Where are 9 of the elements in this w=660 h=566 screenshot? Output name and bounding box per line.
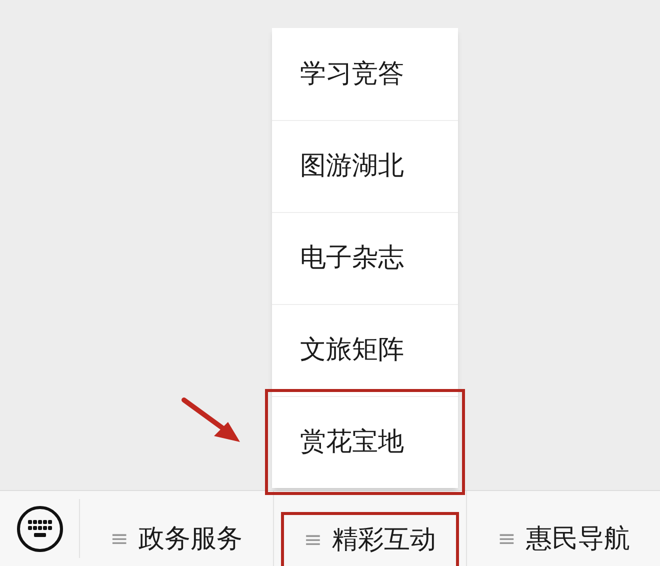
menu-tab[interactable]: ≡ 精彩互动 bbox=[280, 512, 460, 566]
submenu-item[interactable]: 学习竞答 bbox=[272, 28, 458, 120]
menu-tab[interactable]: ≡ 惠民导航 bbox=[474, 512, 653, 566]
submenu-item[interactable]: 电子杂志 bbox=[272, 212, 458, 304]
submenu-item[interactable]: 图游湖北 bbox=[272, 120, 458, 212]
menu-tab[interactable]: ≡ 政务服务 bbox=[87, 512, 266, 566]
submenu-item[interactable]: 文旅矩阵 bbox=[272, 304, 458, 396]
keyboard-icon bbox=[26, 518, 52, 538]
keyboard-button[interactable] bbox=[16, 506, 62, 552]
